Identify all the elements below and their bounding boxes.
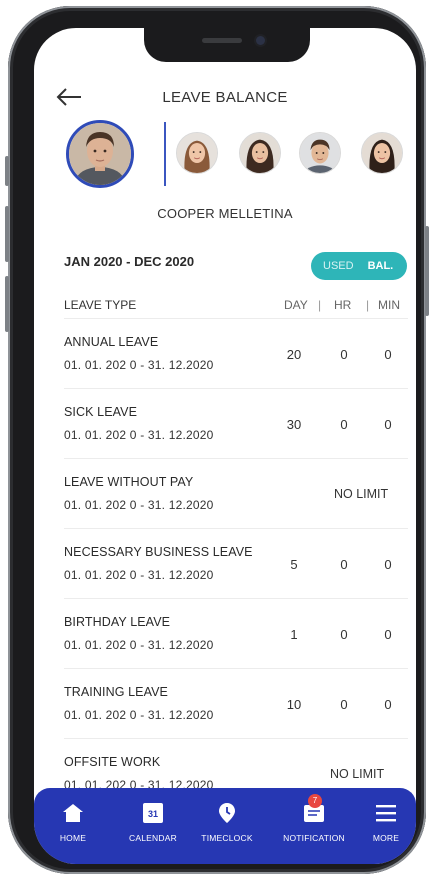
leave-name: OFFSITE WORK [64, 755, 161, 769]
avatar-employee[interactable] [176, 132, 218, 174]
leave-name: ANNUAL LEAVE [64, 335, 159, 349]
bottom-navigation: HOME 31 CALENDAR TIMECLOCK 7 NOTIFICATIO… [34, 788, 416, 864]
menu-icon [368, 800, 404, 826]
leave-row[interactable]: TRAINING LEAVE 01. 01. 202 0 - 31. 12.20… [64, 668, 408, 738]
avatar-employee[interactable] [239, 132, 281, 174]
avatar-employee[interactable] [299, 132, 341, 174]
timeclock-icon [194, 800, 260, 826]
leave-row[interactable]: SICK LEAVE 01. 01. 202 0 - 31. 12.2020 3… [64, 388, 408, 458]
avatar-employee[interactable] [361, 132, 403, 174]
leave-days: 20 [286, 347, 302, 362]
nav-notification[interactable]: 7 NOTIFICATION [274, 794, 354, 843]
toggle-option-used[interactable]: USED [323, 260, 354, 272]
app-header: LEAVE BALANCE [34, 83, 416, 113]
leave-hours: 0 [340, 627, 348, 642]
no-limit-label: NO LIMIT [334, 487, 389, 501]
calendar-icon-day: 31 [147, 809, 158, 819]
nav-home[interactable]: HOME [52, 800, 94, 843]
avatar-divider [164, 122, 166, 186]
leave-hours: 0 [340, 557, 348, 572]
speaker-grille [202, 38, 242, 43]
nav-more[interactable]: MORE [368, 800, 404, 843]
column-min: MIN [378, 298, 400, 312]
column-day: DAY [284, 298, 308, 312]
leave-name: BIRTHDAY LEAVE [64, 615, 171, 629]
leave-minutes: 0 [384, 627, 392, 642]
avatar-selected-employee[interactable] [66, 120, 134, 188]
leave-dates: 01. 01. 202 0 - 31. 12.2020 [64, 498, 214, 512]
column-separator: | [318, 298, 322, 312]
nav-label: TIMECLOCK [201, 833, 253, 843]
app-screen: LEAVE BALANCE COOPER MELLETINA JAN 2020 … [34, 28, 416, 864]
nav-label: MORE [372, 833, 400, 843]
leave-days: 10 [286, 697, 302, 712]
phone-side-button [5, 156, 9, 186]
page-title: LEAVE BALANCE [162, 89, 288, 106]
leave-name: LEAVE WITHOUT PAY [64, 475, 194, 489]
leave-name: TRAINING LEAVE [64, 685, 168, 699]
leave-row[interactable]: BIRTHDAY LEAVE 01. 01. 202 0 - 31. 12.20… [64, 598, 408, 668]
leave-row[interactable]: NECESSARY BUSINESS LEAVE 01. 01. 202 0 -… [64, 528, 408, 598]
front-camera [256, 36, 265, 45]
nav-timeclock[interactable]: TIMECLOCK [194, 800, 260, 843]
phone-side-button [5, 276, 9, 332]
no-limit-label: NO LIMIT [330, 767, 385, 781]
leave-hours: 0 [340, 347, 348, 362]
nav-label: HOME [59, 833, 87, 843]
phone-side-button [425, 226, 429, 316]
period-range: JAN 2020 - DEC 2020 [64, 254, 195, 269]
selected-employee-name: COOPER MELLETINA [157, 206, 293, 221]
leave-name: SICK LEAVE [64, 405, 138, 419]
employee-avatar-strip [34, 120, 416, 212]
nav-label: CALENDAR [129, 833, 177, 843]
table-header: LEAVE TYPE DAY | HR | MIN [64, 298, 408, 318]
phone-frame: LEAVE BALANCE COOPER MELLETINA JAN 2020 … [5, 6, 429, 874]
leave-hours: 0 [340, 417, 348, 432]
toggle-option-balance[interactable]: BAL. [368, 260, 394, 272]
nav-calendar[interactable]: 31 CALENDAR [122, 800, 184, 843]
leave-row[interactable]: ANNUAL LEAVE 01. 01. 202 0 - 31. 12.2020… [64, 318, 408, 388]
leave-dates: 01. 01. 202 0 - 31. 12.2020 [64, 428, 214, 442]
leave-row[interactable]: LEAVE WITHOUT PAY 01. 01. 202 0 - 31. 12… [64, 458, 408, 528]
leave-dates: 01. 01. 202 0 - 31. 12.2020 [64, 358, 214, 372]
notification-badge: 7 [308, 794, 322, 808]
column-leave-type: LEAVE TYPE [64, 298, 137, 312]
leave-minutes: 0 [384, 557, 392, 572]
calendar-icon: 31 [122, 800, 184, 826]
nav-label: NOTIFICATION [283, 833, 345, 843]
leave-dates: 01. 01. 202 0 - 31. 12.2020 [64, 708, 214, 722]
phone-side-button [5, 206, 9, 262]
used-balance-toggle[interactable]: USED BAL. [311, 252, 407, 280]
leave-minutes: 0 [384, 417, 392, 432]
leave-minutes: 0 [384, 697, 392, 712]
notification-icon: 7 [274, 794, 354, 826]
leave-dates: 01. 01. 202 0 - 31. 12.2020 [64, 568, 214, 582]
phone-notch [144, 28, 310, 62]
leave-days: 30 [286, 417, 302, 432]
leave-days: 1 [290, 627, 298, 642]
column-separator: | [366, 298, 370, 312]
leave-days: 5 [290, 557, 298, 572]
leave-minutes: 0 [384, 347, 392, 362]
home-icon [52, 800, 94, 826]
leave-dates: 01. 01. 202 0 - 31. 12.2020 [64, 638, 214, 652]
column-hr: HR [334, 298, 352, 312]
leave-name: NECESSARY BUSINESS LEAVE [64, 545, 253, 559]
leave-hours: 0 [340, 697, 348, 712]
